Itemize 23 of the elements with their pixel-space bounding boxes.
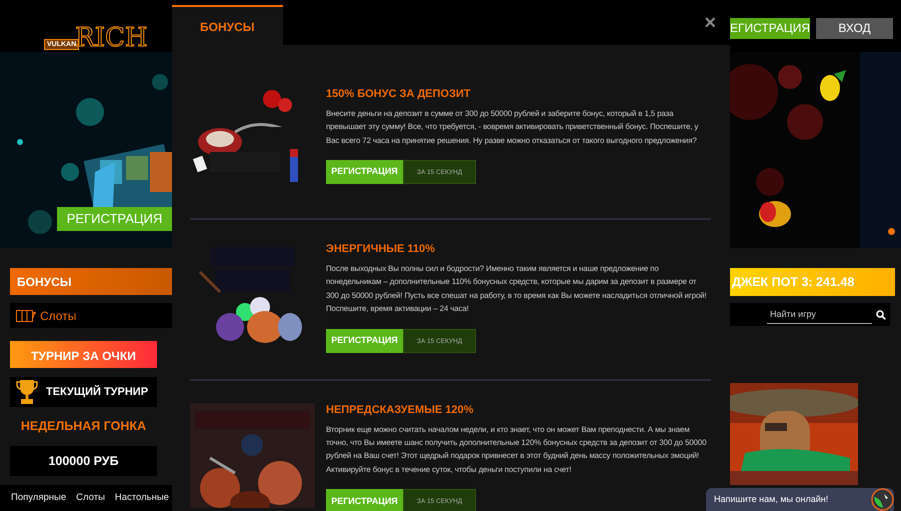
- search-icon[interactable]: [876, 310, 886, 320]
- jackpot-bar: ДЖЕК ПОТ 3: 241.48: [730, 268, 895, 296]
- trophy-icon: [16, 378, 38, 406]
- chat-widget[interactable]: Напишите нам, мы онлайн!: [706, 488, 894, 511]
- close-button[interactable]: ×: [704, 13, 716, 33]
- category-item[interactable]: Слоты: [10, 303, 172, 328]
- bonus-button[interactable]: БОНУСЫ: [10, 268, 172, 295]
- current-tournament-item[interactable]: ТЕКУЩИЙ ТУРНИР: [10, 377, 157, 407]
- prize-amount: 100000 РУБ: [10, 446, 157, 476]
- bonus-title: ЭНЕРГИЧНЫЕ 110%: [326, 242, 436, 256]
- weekly-race-heading: НЕДЕЛЬНАЯ ГОНКА: [20, 418, 148, 435]
- bonus-title: 150% БОНУС ЗА ДЕПОЗИТ: [326, 87, 472, 101]
- chat-icon[interactable]: [871, 488, 894, 511]
- slot-machine-icon: [16, 309, 36, 322]
- modal-tab[interactable]: БОНУСЫ: [172, 5, 283, 45]
- category-tab[interactable]: Популярные: [11, 490, 66, 506]
- category-tab[interactable]: Слоты: [76, 490, 105, 506]
- category-tab[interactable]: Настольные: [114, 490, 169, 506]
- chat-label: Напишите нам, мы онлайн!: [714, 492, 828, 506]
- bonus-title: НЕПРЕДСКАЗУЕМЫЕ 120%: [326, 402, 474, 417]
- login-button[interactable]: ВХОД: [816, 18, 893, 39]
- current-tournament-label: ТЕКУЩИЙ ТУРНИР: [46, 384, 148, 400]
- search-field[interactable]: Найти игру: [730, 303, 890, 326]
